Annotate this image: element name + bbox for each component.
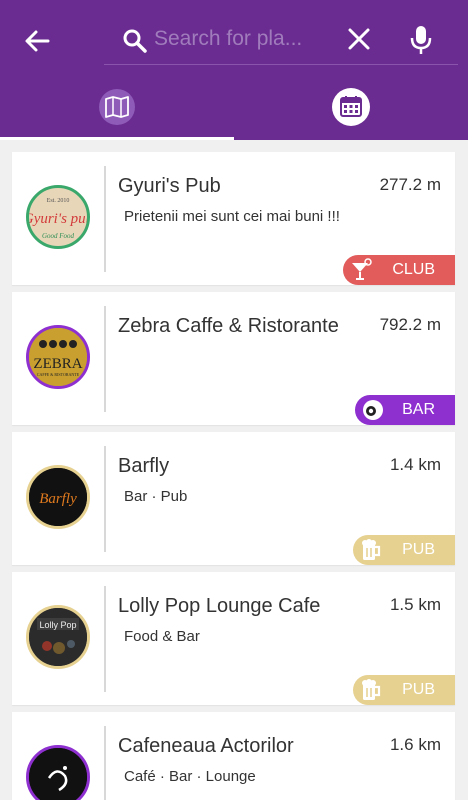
beer-mug-icon: [362, 539, 381, 560]
card-divider: [104, 306, 106, 412]
place-distance: 1.5 km: [389, 595, 441, 614]
place-subtitle: Prietenii mei sunt cei mai buni !!!: [124, 208, 340, 225]
category-label: PUB: [402, 681, 435, 698]
place-distance: 1.6 km: [389, 735, 441, 754]
place-logo: [26, 745, 90, 800]
search-input[interactable]: [154, 22, 334, 56]
logo-text: Barfly: [39, 491, 77, 507]
logo-text-bottom: Good Food: [42, 232, 75, 240]
place-name: Barfly: [118, 455, 170, 477]
place-card[interactable]: ZEBRA CAFFE & RISTORANTE Zebra Caffe & R…: [12, 292, 455, 425]
place-name: Zebra Caffe & Ristorante: [118, 315, 339, 337]
place-subtitle: Bar · Pub: [124, 488, 188, 505]
category-label: BAR: [402, 401, 435, 418]
place-subtitle: Café · Bar · Lounge: [124, 768, 256, 785]
place-distance: 1.4 km: [389, 455, 441, 474]
tab-map[interactable]: [0, 80, 234, 140]
place-card[interactable]: Cafeneaua Actorilor 1.6 km Café · Bar · …: [12, 712, 455, 800]
card-divider: [104, 726, 106, 800]
microphone-icon[interactable]: [408, 24, 434, 56]
card-divider: [104, 166, 106, 272]
billiard-ball-icon: [363, 400, 383, 420]
cocktail-icon: [352, 258, 372, 280]
tab-calendar[interactable]: [234, 80, 468, 140]
place-name: Lolly Pop Lounge Cafe: [118, 595, 321, 617]
beer-mug-icon: [362, 679, 381, 700]
category-label: PUB: [402, 541, 435, 558]
place-name: Cafeneaua Actorilor: [118, 735, 294, 757]
category-badge: BAR: [355, 395, 455, 425]
tab-bar: [0, 80, 468, 140]
category-badge: CLUB: [343, 255, 455, 285]
place-logo: Est. 2010 Gyuri's pub Good Food: [26, 185, 90, 249]
calendar-icon: [340, 96, 362, 117]
logo-text: Gyuri's pub: [29, 211, 87, 227]
place-logo: Lolly Pop: [26, 605, 90, 669]
place-distance: 792.2 m: [379, 315, 441, 334]
category-label: CLUB: [392, 261, 435, 278]
category-badge: PUB: [353, 675, 455, 705]
close-icon[interactable]: [346, 26, 372, 52]
place-logo: ZEBRA CAFFE & RISTORANTE: [26, 325, 90, 389]
card-divider: [104, 446, 106, 552]
category-badge: PUB: [353, 535, 455, 565]
place-card[interactable]: Barfly Barfly 1.4 km Bar · Pub PUB: [12, 432, 455, 565]
place-card[interactable]: Est. 2010 Gyuri's pub Good Food Gyuri's …: [12, 152, 455, 285]
logo-text-bottom: CAFFE & RISTORANTE: [37, 372, 80, 377]
tab-selected-indicator: [0, 137, 234, 140]
search-bar: [104, 14, 458, 65]
app-header: [0, 0, 468, 140]
logo-text-top: Est. 2010: [47, 198, 70, 204]
logo-text: Lolly Pop: [39, 620, 76, 630]
card-divider: [104, 586, 106, 692]
back-arrow-icon[interactable]: [22, 26, 52, 56]
place-logo: Barfly: [26, 465, 90, 529]
place-card[interactable]: Lolly Pop Lolly Pop Lounge Cafe 1.5 km F…: [12, 572, 455, 705]
place-name: Gyuri's Pub: [118, 175, 221, 197]
place-subtitle: Food & Bar: [124, 628, 200, 645]
map-icon: [105, 96, 129, 118]
logo-text: ZEBRA: [33, 356, 82, 372]
search-icon: [123, 29, 147, 53]
place-distance: 277.2 m: [379, 175, 441, 194]
